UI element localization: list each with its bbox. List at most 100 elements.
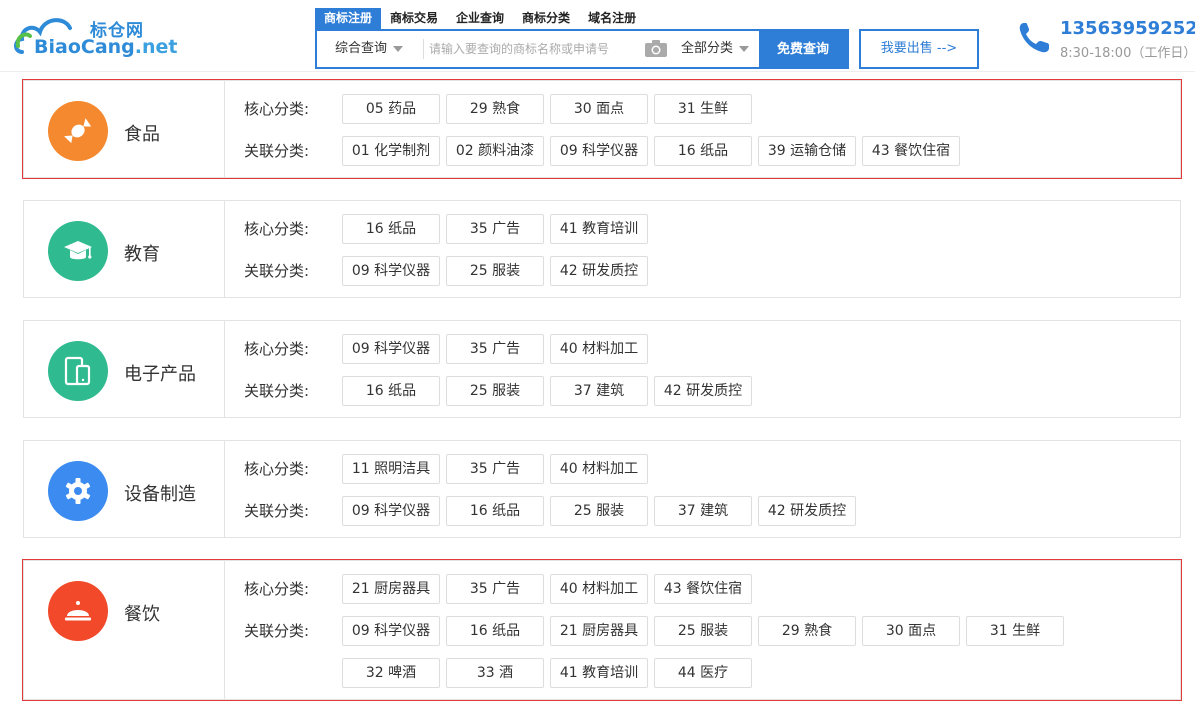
category-card: 设备制造 核心分类: 11 照明洁具 35 广告 40 材料加工 关联分类: 09 科学仪器… (23, 440, 1181, 538)
category-select[interactable]: 全部分类 (681, 31, 750, 67)
class-chip[interactable]: 01 化学制剂 (342, 136, 440, 166)
class-chip[interactable]: 25 服装 (654, 616, 752, 646)
class-chip[interactable]: 30 面点 (550, 94, 648, 124)
tab-1[interactable]: 商标交易 (381, 8, 447, 29)
graduation-cap-icon (64, 241, 92, 260)
tab-3[interactable]: 商标分类 (513, 8, 579, 29)
class-chip[interactable]: 25 服装 (446, 256, 544, 286)
class-chip[interactable]: 25 服装 (446, 376, 544, 406)
tab-0[interactable]: 商标注册 (315, 8, 382, 29)
class-chip[interactable]: 21 厨房器具 (550, 616, 648, 646)
category-card: 电子产品 核心分类: 09 科学仪器 35 广告 40 材料加工关联分类: 16 纸品 25… (23, 320, 1181, 418)
class-chip[interactable]: 44 医疗 (654, 658, 752, 688)
class-chip[interactable]: 16 纸品 (446, 496, 544, 526)
class-chip[interactable]: 37 建筑 (550, 376, 648, 406)
core-classes-row: 核心分类: 16 纸品 35 广告 41 教育培训 (244, 214, 1174, 244)
class-chip[interactable]: 42 研发质控 (758, 496, 856, 526)
category-card: 餐饮 核心分类: 21 厨房器具 35 广告 40 材料加工 43 餐饮住宿关联分类: 09… (22, 559, 1182, 701)
category-header: 食品 (24, 81, 225, 177)
camera-icon[interactable] (645, 40, 667, 57)
class-chip[interactable]: 16 纸品 (342, 214, 440, 244)
class-chip[interactable]: 11 照明洁具 (342, 454, 440, 484)
category-header: 餐饮 (24, 561, 225, 699)
search-box: 综合查询 全部分类 免费查询 (315, 29, 849, 69)
class-chip[interactable]: 09 科学仪器 (342, 616, 440, 646)
sell-trademark-button[interactable]: 我要出售 --> (859, 29, 979, 69)
class-chip[interactable]: 09 科学仪器 (342, 334, 440, 364)
class-chip[interactable]: 42 研发质控 (654, 376, 752, 406)
class-chip[interactable]: 16 纸品 (342, 376, 440, 406)
category-name: 餐饮 (124, 604, 160, 625)
class-chip[interactable]: 31 生鲜 (654, 94, 752, 124)
core-classes-row: 核心分类: 21 厨房器具 35 广告 40 材料加工 43 餐饮住宿 (244, 574, 1174, 604)
core-classes-label: 核心分类: (244, 100, 310, 118)
class-chip[interactable]: 32 啤酒 (342, 658, 440, 688)
chevron-down-icon (739, 45, 750, 52)
category-card: 教育 核心分类: 16 纸品 35 广告 41 教育培训关联分类: 09 科学仪器 25 服… (23, 200, 1181, 298)
class-chip[interactable]: 37 建筑 (654, 496, 752, 526)
class-chip[interactable]: 21 厨房器具 (342, 574, 440, 604)
related-classes-label: 关联分类: (244, 622, 310, 640)
class-chip[interactable]: 09 科学仪器 (342, 496, 440, 526)
related-classes-row: 关联分类: 09 科学仪器 25 服装 42 研发质控 (244, 256, 1174, 286)
free-search-button[interactable]: 免费查询 (759, 31, 847, 67)
class-chip[interactable]: 16 纸品 (446, 616, 544, 646)
category-header: 电子产品 (24, 321, 225, 417)
site-header: 标仓网 BiaoCang.net 商标注册 商标交易 企业查询 商标分类 域名注册 综合… (0, 0, 1195, 72)
class-chip[interactable]: 29 熟食 (758, 616, 856, 646)
related-classes-row: 关联分类: 01 化学制剂 02 颜料油漆 09 科学仪器 16 纸品 39 运输仓储 43… (244, 136, 1174, 166)
business-hours: 8:30-18:00（工作日） (1060, 46, 1195, 61)
category-header: 教育 (24, 201, 225, 297)
class-chip[interactable]: 09 科学仪器 (342, 256, 440, 286)
cloche-badge (48, 581, 108, 641)
class-chip[interactable]: 25 服装 (550, 496, 648, 526)
site-logo[interactable]: 标仓网 BiaoCang.net (12, 10, 177, 62)
class-chip[interactable]: 40 材料加工 (550, 454, 648, 484)
class-chip[interactable]: 40 材料加工 (550, 574, 648, 604)
tab-4[interactable]: 域名注册 (579, 8, 645, 29)
class-chip[interactable]: 02 颜料油漆 (446, 136, 544, 166)
core-classes-label: 核心分类: (244, 460, 310, 478)
category-name: 设备制造 (124, 484, 196, 505)
graduation-cap-badge (48, 221, 108, 281)
class-chip[interactable]: 16 纸品 (654, 136, 752, 166)
search-area: 商标注册商标交易企业查询商标分类域名注册 综合查询 全部分类 免费查询 (315, 8, 849, 69)
related-classes-label: 关联分类: (244, 262, 310, 280)
class-chip[interactable]: 41 教育培训 (550, 658, 648, 688)
class-chip[interactable]: 35 广告 (446, 214, 544, 244)
class-chip[interactable]: 35 广告 (446, 454, 544, 484)
class-chip[interactable]: 35 广告 (446, 574, 544, 604)
class-chip[interactable]: 42 研发质控 (550, 256, 648, 286)
core-classes-label: 核心分类: (244, 220, 310, 238)
phone-number: 13563959252 (1060, 18, 1195, 39)
related-classes-label: 关联分类: (244, 382, 310, 400)
class-chip[interactable]: 43 餐饮住宿 (654, 574, 752, 604)
search-type-select[interactable]: 综合查询 (335, 31, 404, 67)
class-chip[interactable]: 43 餐饮住宿 (862, 136, 960, 166)
class-chip[interactable]: 35 广告 (446, 334, 544, 364)
category-card: 食品 核心分类: 05 药品 29 熟食 30 面点 31 生鲜关联分类: 01 化学制剂 0… (22, 79, 1182, 179)
class-chip[interactable]: 39 运输仓储 (758, 136, 856, 166)
gear-badge (48, 461, 108, 521)
candy-icon (64, 118, 92, 144)
divider (423, 39, 424, 59)
devices-icon (64, 356, 91, 386)
class-chip[interactable]: 41 教育培训 (550, 214, 648, 244)
core-classes-label: 核心分类: (244, 340, 310, 358)
search-input[interactable] (429, 35, 639, 63)
class-chip[interactable]: 05 药品 (342, 94, 440, 124)
chevron-down-icon (393, 45, 404, 52)
core-classes-row: 核心分类: 11 照明洁具 35 广告 40 材料加工 (244, 454, 1174, 484)
category-name: 电子产品 (124, 364, 196, 385)
phone-icon (1019, 23, 1049, 53)
class-chip[interactable]: 30 面点 (862, 616, 960, 646)
tab-2[interactable]: 企业查询 (447, 8, 513, 29)
class-chip[interactable]: 29 熟食 (446, 94, 544, 124)
class-chip[interactable]: 31 生鲜 (966, 616, 1064, 646)
class-chip[interactable]: 33 酒 (446, 658, 544, 688)
core-classes-label: 核心分类: (244, 580, 310, 598)
devices-badge (48, 341, 108, 401)
class-chip[interactable]: 09 科学仪器 (550, 136, 648, 166)
class-chip[interactable]: 40 材料加工 (550, 334, 648, 364)
gear-icon (65, 478, 91, 504)
